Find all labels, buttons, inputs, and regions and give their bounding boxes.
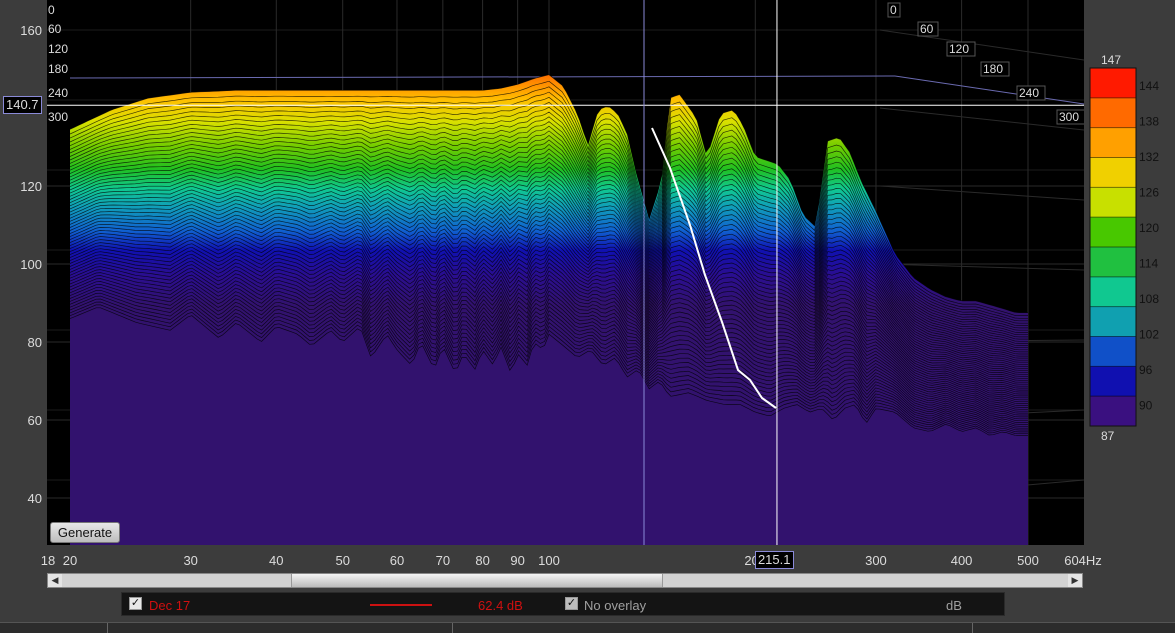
x-tick-label: 40 <box>269 553 284 568</box>
series-name[interactable]: Dec 17 <box>149 598 190 613</box>
color-scale-band <box>1090 366 1136 397</box>
x-tick-label: 50 <box>335 553 350 568</box>
unit-label: dB <box>946 598 962 613</box>
series-line-swatch <box>370 604 432 606</box>
y-tick-label: 80 <box>27 335 42 350</box>
scroll-right-icon[interactable]: ▶ <box>1068 574 1082 587</box>
color-scale-band <box>1090 68 1136 99</box>
waterfall-svg[interactable]: 0 60 120 180 240 300 0 60 120 180 240 300 <box>47 0 1084 545</box>
color-scale-band <box>1090 396 1136 427</box>
color-scale-band <box>1090 217 1136 248</box>
x-tick-label: 18 <box>40 553 56 568</box>
cursor-x-readout: 215.1 <box>754 551 794 569</box>
x-tick-label: 80 <box>475 553 490 568</box>
horizontal-scrollbar[interactable]: ◀ ▶ <box>47 573 1083 588</box>
x-tick-label: 100 <box>538 553 560 568</box>
color-scale-label: 126 <box>1139 186 1159 200</box>
time-tick-label-left: 180 <box>48 62 68 76</box>
waterfall-surface <box>70 74 1028 545</box>
generate-button[interactable]: Generate <box>50 522 120 543</box>
time-tick-label-left: 0 <box>48 3 55 17</box>
color-scale: 147 144 138 132 126 120 114 108 102 96 90 87 <box>1085 0 1175 545</box>
y-tick-label: 60 <box>27 413 42 428</box>
time-tick-label-right: 240 <box>1019 86 1039 100</box>
overlay-label[interactable]: No overlay <box>584 598 646 613</box>
color-scale-band <box>1090 276 1136 308</box>
color-scale-label: 102 <box>1139 328 1159 342</box>
color-scale-band <box>1090 336 1136 367</box>
y-tick-label: 120 <box>20 179 42 194</box>
measurement-legend: ✓ Dec 17 62.4 dB ✓ No overlay dB <box>121 592 1005 616</box>
color-scale-label: 87 <box>1101 429 1115 443</box>
color-scale-band <box>1090 127 1136 158</box>
status-bar <box>0 622 1175 633</box>
color-scale-label: 90 <box>1139 399 1153 413</box>
x-tick-label: 20 <box>62 553 78 568</box>
waterfall-plot[interactable]: 0 60 120 180 240 300 0 60 120 180 240 300 Generate <box>47 0 1084 545</box>
x-tick-label: 90 <box>510 553 525 568</box>
time-tick-label-right: 60 <box>920 22 934 36</box>
time-tick-label-right: 180 <box>983 62 1003 76</box>
color-scale-band <box>1090 247 1136 278</box>
overlay-checkbox[interactable]: ✓ <box>565 597 578 610</box>
y-tick-label: 160 <box>20 23 42 38</box>
color-scale-band <box>1090 97 1136 129</box>
x-tick-label: 400 <box>950 553 973 568</box>
time-tick-label-left: 300 <box>48 110 68 124</box>
scroll-left-icon[interactable]: ◀ <box>48 574 62 587</box>
time-tick-label-right: 120 <box>949 42 969 56</box>
color-scale-label: 144 <box>1139 79 1159 93</box>
time-tick-label-left: 60 <box>48 22 62 36</box>
color-scale-label: 120 <box>1139 221 1159 235</box>
color-scale-label: 147 <box>1101 53 1121 67</box>
cursor-y-readout: 140.7 <box>3 96 42 114</box>
x-tick-label: 60 <box>389 553 405 568</box>
x-tick-label: 500 <box>1017 553 1039 568</box>
waterfall-app: 160120100806040 182030405060708090100200… <box>0 0 1175 633</box>
color-scale-svg: 147 144 138 132 126 120 114 108 102 96 90 87 <box>1089 53 1159 443</box>
y-tick-label: 100 <box>20 257 42 272</box>
time-tick-label-right: 300 <box>1059 110 1079 124</box>
series-value: 62.4 dB <box>478 598 523 613</box>
color-scale-label: 114 <box>1139 257 1158 271</box>
color-scale-label: 132 <box>1139 150 1159 164</box>
x-tick-label: 30 <box>183 553 198 568</box>
series-checkbox[interactable]: ✓ <box>129 597 142 610</box>
color-scale-band <box>1090 187 1136 218</box>
color-scale-label: 138 <box>1139 115 1159 129</box>
time-tick-label-right: 0 <box>890 3 897 17</box>
time-tick-label-left: 240 <box>48 86 68 100</box>
color-scale-band <box>1090 157 1136 188</box>
color-scale-label: 108 <box>1139 292 1159 306</box>
x-tick-label: 300 <box>865 553 887 568</box>
time-tick-label-left: 120 <box>48 42 68 56</box>
scroll-thumb[interactable] <box>291 574 663 587</box>
color-scale-label: 96 <box>1139 363 1153 377</box>
y-tick-label: 40 <box>27 491 42 506</box>
color-scale-band <box>1090 306 1136 337</box>
x-tick-label: 604Hz <box>1064 553 1102 568</box>
x-tick-label: 70 <box>435 553 451 568</box>
